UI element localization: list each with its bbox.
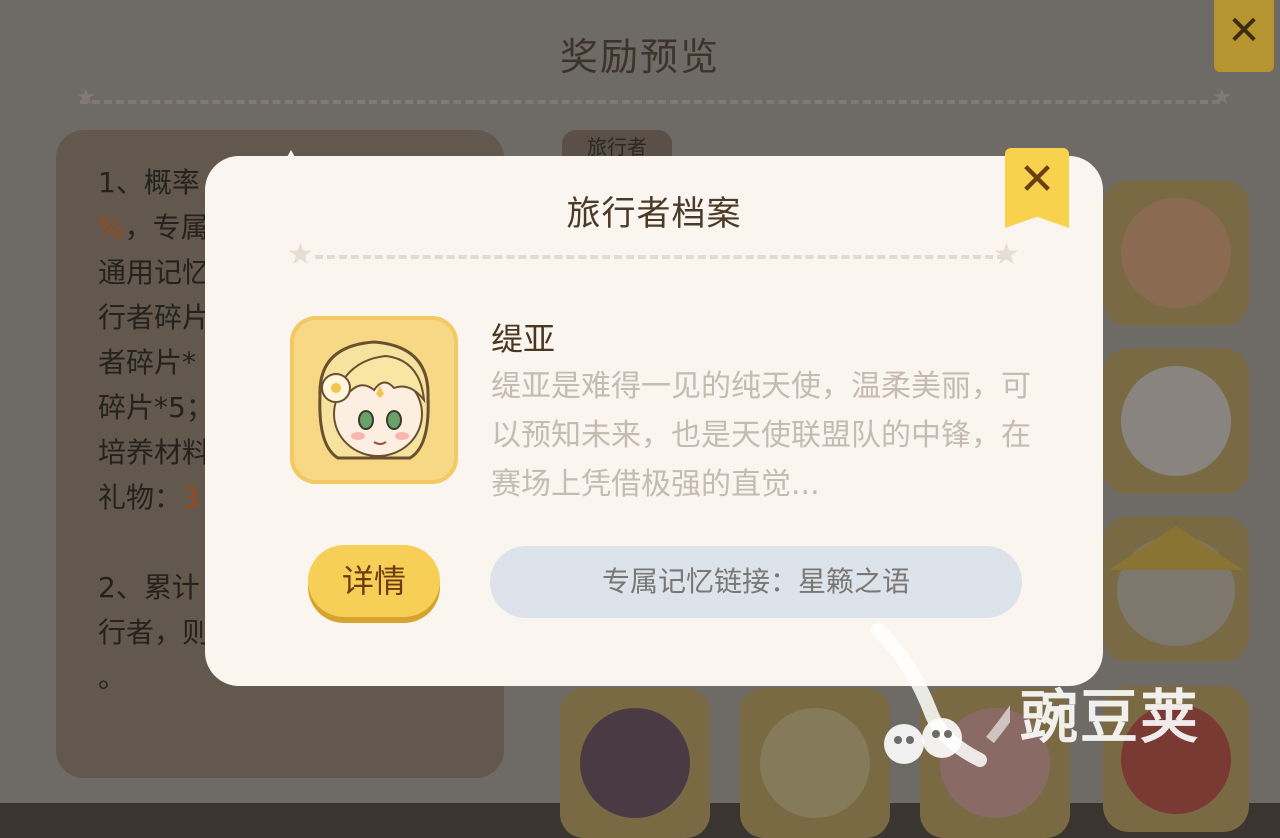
divider-star-icon: ★ (1212, 85, 1232, 110)
modal-title: 旅行者档案 (566, 194, 742, 234)
traveler-avatar[interactable] (1103, 180, 1249, 326)
character-name: 缇亚 (491, 320, 556, 358)
modal-divider (315, 255, 1005, 259)
divider-star-icon: ★ (76, 85, 96, 110)
character-portrait (290, 316, 458, 484)
memory-link-label: 专属记忆链接：星籁之语 (601, 565, 910, 598)
title-divider (80, 100, 1220, 104)
reward-preview-title: 奖励预览 (559, 35, 720, 79)
close-button[interactable]: ✕ (1005, 148, 1069, 228)
traveler-avatar[interactable] (1103, 348, 1249, 494)
reward-preview-close-button[interactable]: ✕ (1214, 0, 1274, 72)
close-icon: ✕ (1227, 8, 1261, 54)
character-portrait-image (318, 340, 430, 460)
traveler-avatar[interactable] (740, 688, 890, 838)
memory-link-info: 专属记忆链接：星籁之语 (490, 546, 1022, 618)
traveler-avatar[interactable] (1103, 516, 1249, 662)
close-icon: ✕ (1018, 154, 1056, 205)
traveler-profile-modal: 旅行者档案 ★ ★ ✕ 缇亚 缇亚是难得一见的纯天使，温柔美丽，可以预知未来，也… (205, 148, 1103, 686)
rules-highlight: % (98, 211, 125, 244)
rules-highlight: 3 (182, 481, 200, 514)
star-icon: ★ (287, 237, 314, 272)
character-description: 缇亚是难得一见的纯天使，温柔美丽，可以预知未来，也是天使联盟队的中锋，在赛场上凭… (491, 369, 1031, 502)
traveler-avatar[interactable] (560, 688, 710, 838)
detail-button[interactable]: 详情 (308, 545, 440, 617)
detail-button-label: 详情 (341, 562, 406, 600)
traveler-avatar[interactable] (1103, 686, 1249, 832)
star-icon: ★ (993, 237, 1020, 272)
traveler-avatar[interactable] (920, 688, 1070, 838)
